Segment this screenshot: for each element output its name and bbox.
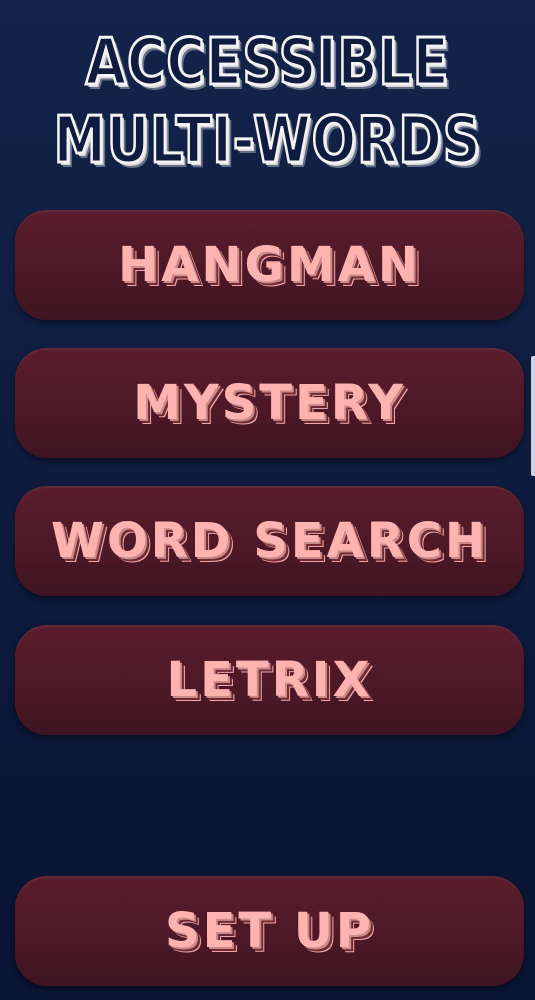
mystery-button-label: MYSTERY: [133, 375, 406, 431]
word-search-button-label: WORD SEARCH: [50, 513, 489, 569]
letrix-button[interactable]: LETRIX: [15, 625, 524, 735]
hangman-button-label: HANGMAN: [118, 237, 421, 293]
setup-button[interactable]: SET UP: [15, 876, 524, 986]
setup-button-label: SET UP: [165, 903, 374, 959]
app-title-line-2: MULTI-WORDS: [52, 103, 482, 180]
edge-scroll-indicator: [531, 356, 535, 476]
app-title-line-1: ACCESSIBLE: [84, 25, 450, 102]
hangman-button[interactable]: HANGMAN: [15, 210, 524, 320]
letrix-button-label: LETRIX: [166, 652, 373, 708]
mystery-button[interactable]: MYSTERY: [15, 348, 524, 458]
app-title: ACCESSIBLE MULTI-WORDS: [0, 24, 535, 180]
word-search-button[interactable]: WORD SEARCH: [15, 486, 524, 596]
main-menu-screen: ACCESSIBLE MULTI-WORDS HANGMAN MYSTERY W…: [0, 0, 535, 1000]
